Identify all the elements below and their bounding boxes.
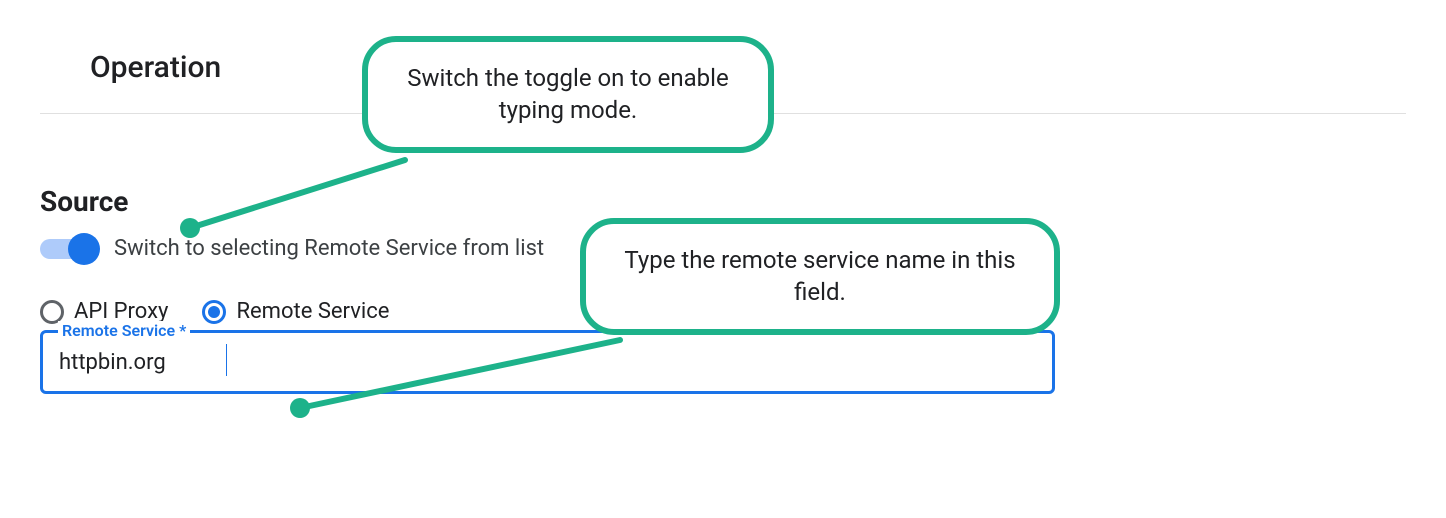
remote-service-input[interactable] bbox=[40, 330, 1055, 394]
toggle-knob bbox=[68, 233, 100, 265]
typing-mode-toggle[interactable] bbox=[40, 239, 96, 259]
radio-remote-service-label: Remote Service bbox=[236, 299, 389, 324]
callout-input-hint: Type the remote service name in this fie… bbox=[580, 218, 1060, 335]
remote-service-field-label: Remote Service * bbox=[58, 321, 190, 340]
radio-remote-service[interactable]: Remote Service bbox=[202, 299, 389, 324]
remote-service-field-wrap: Remote Service * bbox=[40, 330, 1055, 394]
text-caret bbox=[226, 344, 227, 376]
radio-unchecked-icon bbox=[40, 300, 64, 324]
radio-checked-icon bbox=[202, 300, 226, 324]
callout-toggle-hint: Switch the toggle on to enable typing mo… bbox=[362, 36, 774, 153]
source-heading: Source bbox=[40, 185, 1406, 218]
toggle-label: Switch to selecting Remote Service from … bbox=[114, 236, 544, 261]
